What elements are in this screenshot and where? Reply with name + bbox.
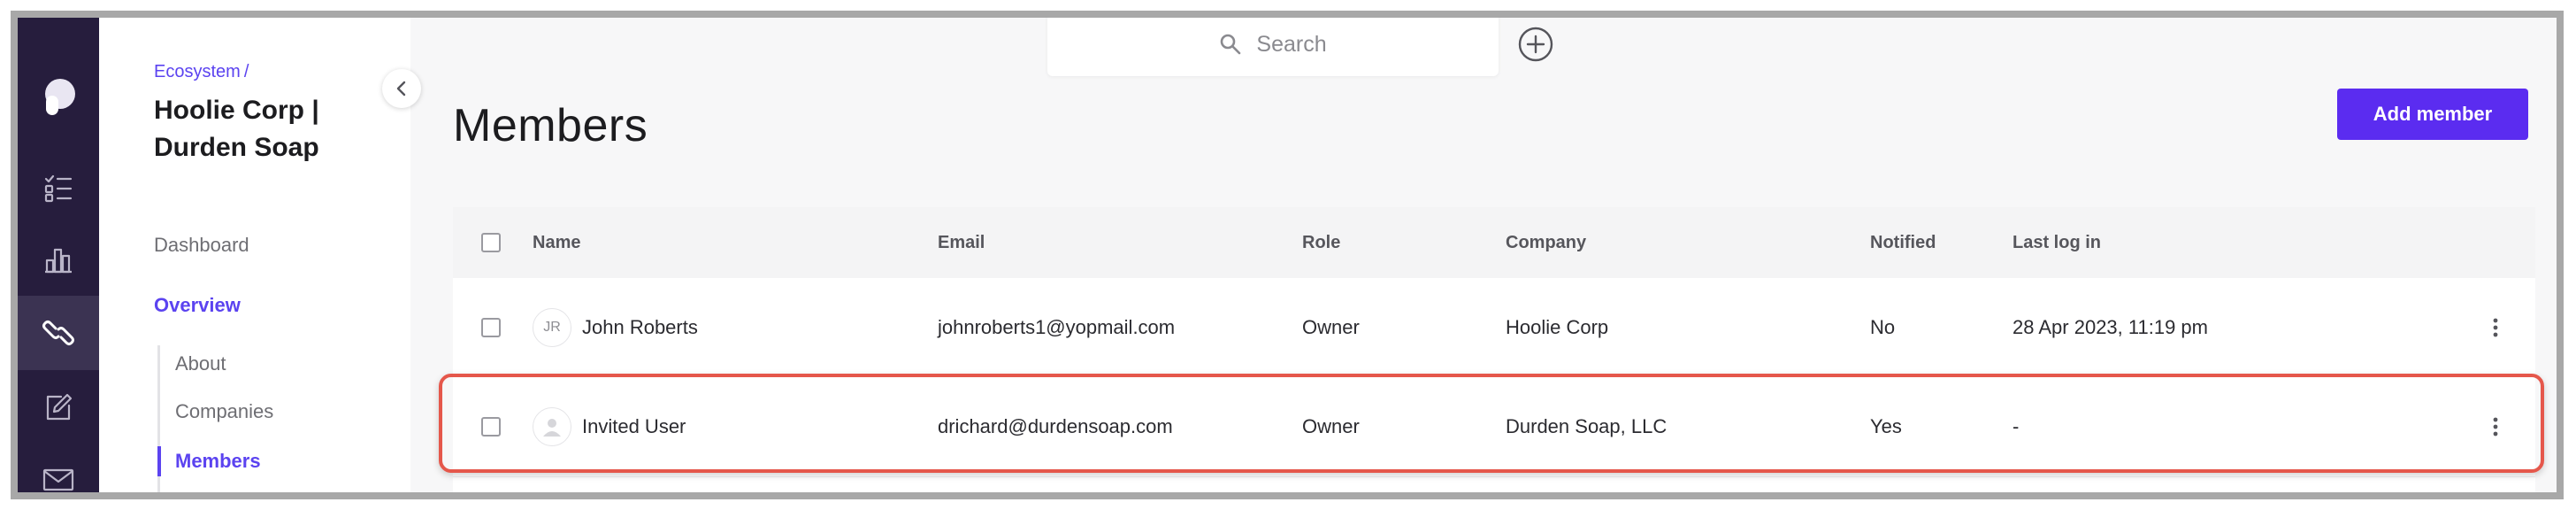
subnav-active-indicator	[157, 446, 161, 476]
rail-item-ecosystem[interactable]	[18, 296, 99, 370]
sidebar-item-overview[interactable]: Overview	[154, 294, 241, 317]
user-placeholder-icon	[543, 419, 561, 437]
sidebar-item-dashboard[interactable]: Dashboard	[154, 234, 249, 257]
edit-icon	[46, 393, 73, 421]
app-logo[interactable]	[18, 64, 99, 128]
member-role: Owner	[1302, 316, 1360, 338]
table-row[interactable]: Invited User drichard@durdensoap.com Own…	[453, 377, 2535, 477]
sidebar-item-members[interactable]: Members	[175, 450, 261, 473]
organization-title-line-2: Durden Soap	[154, 133, 319, 162]
rail-item-tasks[interactable]	[18, 151, 99, 225]
main-content: Search Members Add member Name Email Rol…	[410, 18, 2557, 492]
row-actions-button[interactable]	[2482, 278, 2509, 377]
members-table: Name Email Role Company Notified Last lo…	[453, 207, 2535, 492]
row-select-cell	[481, 377, 501, 476]
section-sidebar: Ecosystem / Hoolie Corp | Durden Soap Das…	[99, 18, 410, 492]
select-all-checkbox[interactable]	[481, 233, 501, 252]
sidebar-item-about[interactable]: About	[175, 352, 226, 375]
search-placeholder: Search	[1256, 31, 1327, 57]
rail-item-messages[interactable]	[18, 443, 99, 492]
mail-icon	[42, 468, 74, 491]
column-header-last-login[interactable]: Last log in	[2012, 207, 2101, 278]
chevron-left-icon	[396, 81, 406, 97]
member-name-cell: Invited User	[533, 377, 686, 476]
member-name: John Roberts	[582, 316, 698, 338]
member-notified: Yes	[1870, 415, 1902, 437]
breadcrumb: Ecosystem /	[154, 62, 249, 82]
more-vertical-icon	[2493, 318, 2498, 337]
member-notified: No	[1870, 316, 1896, 338]
bar-chart-icon	[45, 248, 72, 274]
member-last-login: 28 Apr 2023, 11:19 pm	[2012, 316, 2208, 338]
icon-rail	[18, 18, 99, 492]
select-all-cell	[481, 207, 501, 278]
search-input[interactable]: Search	[1047, 18, 1499, 76]
tasks-icon	[44, 174, 73, 203]
link-icon	[42, 321, 74, 345]
member-company: Durden Soap, LLC	[1506, 415, 1668, 437]
member-email: drichard@durdensoap.com	[938, 415, 1173, 437]
add-member-button[interactable]: Add member	[2337, 89, 2528, 140]
member-name-cell: JR John Roberts	[533, 278, 698, 377]
avatar: JR	[533, 308, 571, 347]
collapse-sidebar-button[interactable]	[382, 69, 421, 108]
app-window: Ecosystem / Hoolie Corp | Durden Soap Das…	[11, 11, 2564, 499]
more-vertical-icon	[2493, 417, 2498, 437]
search-icon	[1221, 34, 1241, 55]
create-new-button[interactable]	[1516, 25, 1555, 64]
breadcrumb-separator: /	[243, 62, 249, 81]
table-header: Name Email Role Company Notified Last lo…	[453, 207, 2535, 279]
column-header-notified[interactable]: Notified	[1870, 207, 1936, 278]
member-role: Owner	[1302, 415, 1360, 437]
rail-item-notes[interactable]	[18, 370, 99, 444]
avatar	[533, 407, 571, 446]
rail-item-analytics[interactable]	[18, 223, 99, 298]
row-checkbox[interactable]	[481, 417, 501, 437]
column-header-company[interactable]: Company	[1506, 207, 1586, 278]
member-name: Invited User	[582, 415, 686, 437]
logo-icon	[45, 79, 75, 115]
table-row[interactable]: JR John Roberts johnroberts1@yopmail.com…	[453, 278, 2535, 378]
column-header-name[interactable]: Name	[533, 207, 580, 278]
member-last-login: -	[2012, 415, 2020, 437]
sidebar-item-companies[interactable]: Companies	[175, 400, 273, 423]
row-checkbox[interactable]	[481, 318, 501, 337]
row-actions-button[interactable]	[2482, 377, 2509, 476]
column-header-role[interactable]: Role	[1302, 207, 1340, 278]
organization-title-line-1: Hoolie Corp |	[154, 96, 319, 125]
page-title: Members	[453, 100, 648, 151]
member-company: Hoolie Corp	[1506, 316, 1609, 338]
row-select-cell	[481, 278, 501, 377]
organization-title: Hoolie Corp | Durden Soap	[154, 92, 384, 166]
plus-circle-icon	[1518, 27, 1553, 62]
breadcrumb-ecosystem[interactable]: Ecosystem	[154, 62, 241, 81]
member-email: johnroberts1@yopmail.com	[938, 316, 1176, 338]
column-header-email[interactable]: Email	[938, 207, 985, 278]
